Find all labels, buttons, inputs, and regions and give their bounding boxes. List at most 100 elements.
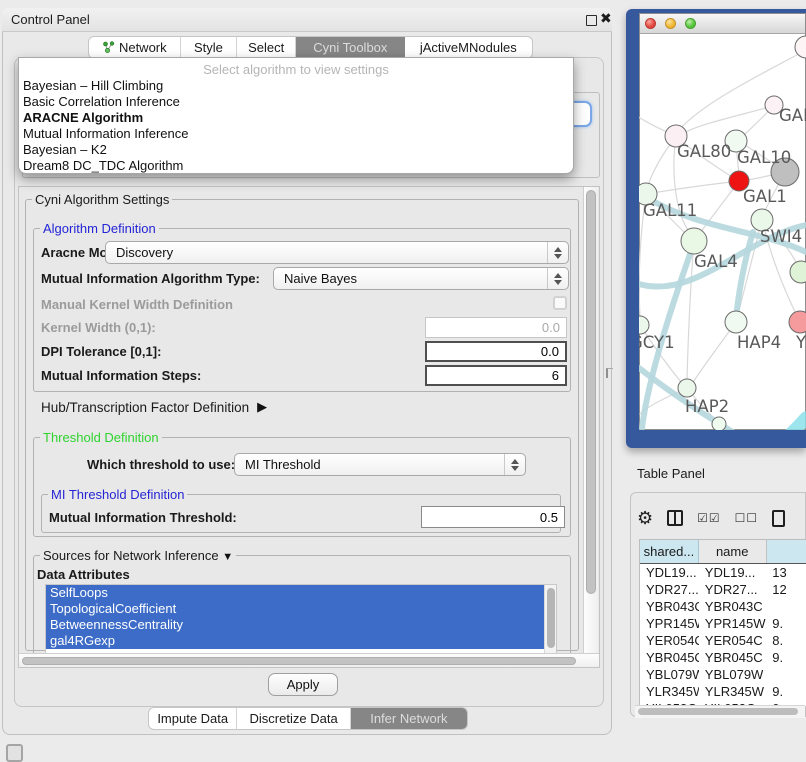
table-cell: YBR043C	[640, 598, 699, 615]
settings-vertical-scrollbar[interactable]	[583, 187, 598, 653]
table-row[interactable]: YDL19...YDL19...13	[640, 564, 806, 581]
list-vertical-scrollbar[interactable]	[544, 585, 557, 654]
algorithm-option-basic-correlation-inference[interactable]: Basic Correlation Inference	[19, 94, 573, 110]
network-canvas[interactable]: GALGAL80GAL10GAL1GAL11SWI4GAL4GCY1HAP4YH…	[639, 33, 806, 430]
mi-threshold-definition-title: MI Threshold Definition	[48, 487, 187, 502]
tab-impute-data[interactable]: Impute Data	[149, 708, 237, 729]
column-header-hidden[interactable]	[767, 540, 806, 563]
close-panel-icon[interactable]: ✖	[600, 10, 612, 27]
control-panel-tabbar: Network Style Select Cyni Toolbox jActiveMNo…	[88, 36, 533, 59]
apply-button[interactable]: Apply	[268, 673, 338, 696]
list-scrollbar-thumb[interactable]	[547, 588, 555, 648]
select-all-columns-icon[interactable]: ☑☑	[697, 511, 721, 525]
float-panel-icon[interactable]	[586, 15, 597, 26]
control-panel-titlebar[interactable]: Control Panel ✖	[2, 8, 612, 32]
window-zoom-icon[interactable]	[685, 18, 696, 29]
kernel-width-field[interactable]: 0.0	[425, 317, 567, 338]
tab-label: Select	[248, 40, 284, 55]
deselect-all-columns-icon[interactable]: ☐☐	[735, 511, 759, 525]
network-edge[interactable]	[736, 232, 753, 320]
window-close-icon[interactable]	[645, 18, 656, 29]
window-minimize-icon[interactable]	[665, 18, 676, 29]
table-row[interactable]: YPR145WYPR145W9.	[640, 615, 806, 632]
table-cell: YBR045C	[640, 649, 699, 666]
column-header-name[interactable]: name	[699, 540, 767, 563]
network-node-HAP4[interactable]	[725, 311, 747, 333]
control-panel-title: Control Panel	[11, 12, 90, 27]
which-threshold-label: Which threshold to use:	[87, 457, 235, 472]
tab-network[interactable]: Network	[89, 37, 181, 58]
network-node-Y-node[interactable]	[789, 311, 806, 333]
network-node-label-HAP2: HAP2	[685, 397, 729, 416]
mi-threshold-field[interactable]: 0.5	[421, 506, 565, 528]
tab-label: jActiveMNodules	[420, 40, 517, 55]
table-row[interactable]: YBL079WYBL079W	[640, 666, 806, 683]
tab-jactivemnodules[interactable]: jActiveMNodules	[405, 37, 532, 58]
tab-infer-network[interactable]: Infer Network	[351, 708, 467, 729]
aracne-mode-combo[interactable]: Discovery	[105, 241, 569, 264]
algorithm-option-aracne-algorithm[interactable]: ARACNE Algorithm	[19, 110, 573, 126]
table-cell: YDR27...	[699, 581, 766, 598]
source-attribute-item[interactable]: TopologicalCoefficient	[46, 601, 544, 617]
tab-style[interactable]: Style	[181, 37, 238, 58]
table-row[interactable]: YLR345WYLR345W9.	[640, 683, 806, 700]
column-layout-icon[interactable]	[667, 510, 683, 526]
algorithm-option-bayesian-k2[interactable]: Bayesian – K2	[19, 142, 573, 158]
network-node-label-GAL80: GAL80	[677, 142, 731, 161]
algorithm-option-mutual-information-inference[interactable]: Mutual Information Inference	[19, 126, 573, 142]
network-node-label-GAL11: GAL11	[643, 201, 697, 220]
table-row[interactable]: YBR043CYBR043C	[640, 598, 806, 615]
network-edge[interactable]	[750, 418, 806, 430]
table-row[interactable]: YER054CYER054C8.	[640, 632, 806, 649]
table-cell: 12	[766, 581, 806, 598]
which-threshold-combo[interactable]: MI Threshold	[234, 453, 526, 476]
settings-hscrollbar-thumb[interactable]	[22, 657, 576, 665]
table-hscrollbar-thumb[interactable]	[638, 708, 798, 715]
settings-vscrollbar-thumb[interactable]	[586, 190, 596, 594]
kernel-width-value: 0.0	[542, 320, 560, 335]
manual-kernel-width-checkbox[interactable]	[553, 296, 567, 310]
network-edge[interactable]	[646, 182, 731, 194]
network-node-HAP2[interactable]	[678, 379, 696, 397]
network-node-GCY1[interactable]	[639, 316, 649, 334]
table-cell: YLR345W	[699, 683, 766, 700]
tab-label: Cyni Toolbox	[313, 40, 387, 55]
network-node-green-right[interactable]	[790, 261, 806, 283]
network-node-small-bottom[interactable]	[712, 417, 726, 430]
tab-discretize-data[interactable]: Discretize Data	[237, 708, 350, 729]
gear-icon[interactable]: ⚙	[637, 509, 653, 527]
tab-label: Network	[119, 40, 167, 55]
settings-horizontal-scrollbar[interactable]	[19, 653, 599, 667]
tab-cyni-toolbox[interactable]: Cyni Toolbox	[296, 37, 405, 58]
tab-select[interactable]: Select	[237, 37, 296, 58]
source-attribute-item[interactable]: gal4RGexp	[46, 633, 544, 649]
data-attributes-list[interactable]: SelfLoopsTopologicalCoefficientBetweenne…	[45, 584, 557, 655]
expand-right-icon[interactable]: ▶	[257, 399, 267, 415]
hub-definition-expander[interactable]: Hub/Transcription Factor Definition ▶	[41, 399, 267, 415]
network-window-titlebar[interactable]	[640, 14, 805, 34]
network-node-label-Y-node: Y	[795, 333, 806, 352]
table-cell: 9.	[766, 683, 806, 700]
table-cell: 9.	[766, 649, 806, 666]
combo-arrows-icon	[547, 268, 568, 289]
network-node-GAL4[interactable]	[681, 228, 707, 254]
table-row[interactable]: YBR045CYBR045C9.	[640, 649, 806, 666]
sources-group-title: Sources for Network Inference ▼	[40, 548, 236, 563]
minimized-panel-button[interactable]	[6, 744, 23, 762]
table-row[interactable]: YDR27...YDR27...12	[640, 581, 806, 598]
collapse-down-icon[interactable]: ▼	[222, 551, 233, 563]
source-attribute-item[interactable]: BetweennessCentrality	[46, 617, 544, 633]
mi-algorithm-type-combo[interactable]: Naive Bayes	[273, 267, 569, 290]
algorithm-option-dream8-dc-tdc-algorithm[interactable]: Dream8 DC_TDC Algorithm	[19, 158, 573, 174]
algorithm-option-bayesian-hill-climbing[interactable]: Bayesian – Hill Climbing	[19, 78, 573, 94]
dpi-tolerance-field[interactable]: 0.0	[425, 341, 567, 362]
table-cell: YBR045C	[699, 649, 766, 666]
column-header-shared[interactable]: shared...	[640, 540, 699, 563]
mi-algorithm-type-value: Naive Bayes	[274, 271, 547, 286]
table-horizontal-scrollbar[interactable]	[635, 705, 805, 718]
source-attribute-item[interactable]: SelfLoops	[46, 585, 544, 601]
splitter-grip[interactable]	[606, 368, 613, 378]
dpi-tolerance-value: 0.0	[541, 344, 559, 359]
new-table-icon[interactable]	[772, 510, 785, 527]
mi-steps-field[interactable]: 6	[425, 365, 567, 386]
